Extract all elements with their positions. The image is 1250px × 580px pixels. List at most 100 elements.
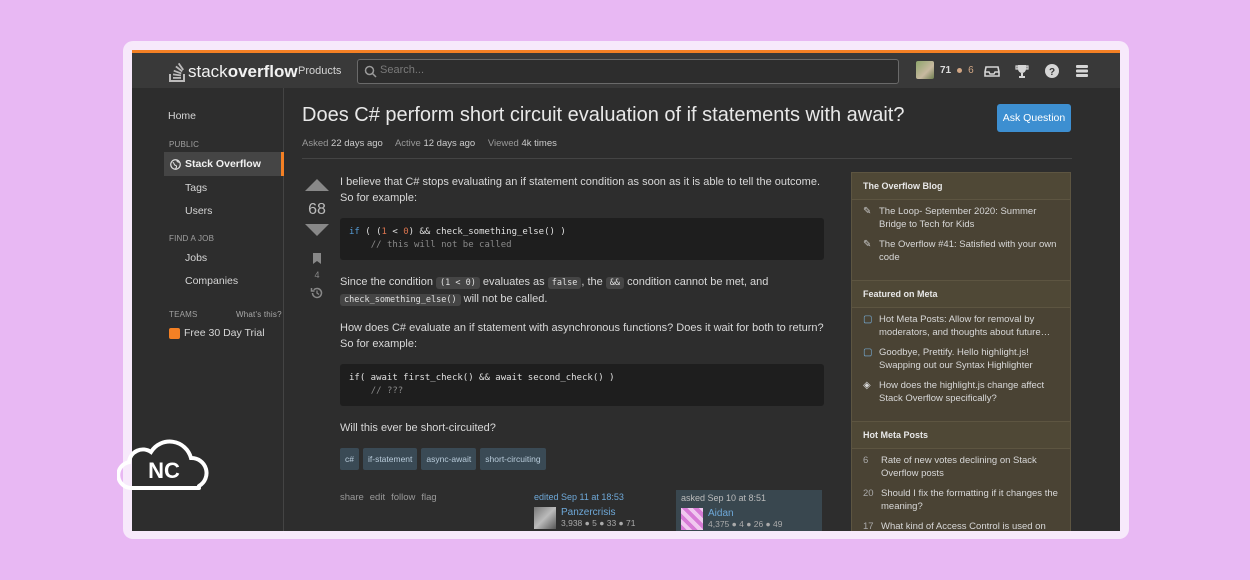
right-sidebar: The Overflow Blog ✎ The Loop- September 2… (851, 172, 1071, 531)
bronze-badge-count: 6 (968, 64, 974, 76)
tag-csharp[interactable]: c# (340, 448, 359, 470)
hot-meta-text: Should I fix the formatting if it change… (881, 488, 1058, 512)
edited-timestamp[interactable]: edited Sep 11 at 18:53 (534, 492, 674, 502)
avatar[interactable] (916, 61, 934, 79)
tag-async-await[interactable]: async-await (421, 448, 477, 470)
nav-tags[interactable]: Tags (185, 182, 207, 194)
code-block-1: if ( (1 < 0) && check_something_else() )… (340, 218, 824, 260)
bookmark-count: 4 (314, 270, 320, 280)
inbox-icon[interactable] (984, 63, 1000, 79)
nav-stack-overflow-label: Stack Overflow (185, 158, 261, 170)
asked-label: Asked (302, 138, 329, 149)
blog-item[interactable]: ✎ The Overflow #41: Satisfied with your o… (863, 239, 1059, 264)
asked-value: 22 days ago (331, 138, 383, 149)
code-1-line-1: ) && check_something_else() ) (408, 227, 566, 237)
question-meta: Asked 22 days ago Active 12 days ago Vie… (302, 138, 567, 149)
asker-avatar[interactable] (681, 508, 703, 530)
history-icon[interactable] (310, 286, 324, 300)
search-icon (364, 65, 377, 78)
active-label: Active (394, 138, 421, 149)
para2-text-e: will not be called. (463, 293, 548, 305)
vote-cell: 68 4 (302, 178, 332, 305)
vote-count: 68 (308, 201, 326, 218)
hot-meta-item[interactable]: 17 What kind of Access Control is used on (863, 521, 1059, 531)
flag-link[interactable]: flag (421, 492, 436, 503)
logo-text-overflow: overflow (227, 62, 298, 81)
free-trial-label: Free 30 Day Trial (184, 327, 265, 339)
meta-item[interactable]: ◈ How does the highlight.js change affect… (863, 380, 1059, 405)
editor-reputation: 3,938 ● 5 ● 33 ● 71 (561, 518, 636, 528)
search-input[interactable] (380, 64, 880, 76)
post-paragraph-1: I believe that C# stops evaluating an if… (340, 176, 821, 204)
search-box[interactable] (357, 59, 899, 84)
meta-item[interactable]: ▢ Hot Meta Posts: Allow for removal by mo… (863, 314, 1059, 339)
asked-timestamp: asked Sep 10 at 8:51 (681, 493, 767, 503)
tag-short-circuiting[interactable]: short-circuiting (480, 448, 546, 470)
products-menu[interactable]: Products (298, 65, 341, 77)
pencil-icon: ✎ (863, 206, 872, 217)
tag-if-statement[interactable]: if-statement (362, 448, 418, 470)
tag-list: c# if-statement async-await short-circui… (340, 448, 824, 470)
pencil-icon: ✎ (863, 239, 872, 250)
edit-link[interactable]: edit (370, 492, 385, 503)
whats-this-link[interactable]: What's this? (236, 310, 282, 319)
editor-avatar[interactable] (534, 507, 556, 529)
ask-question-button[interactable]: Ask Question (997, 104, 1071, 132)
site-logo[interactable]: stack overflow (168, 61, 298, 83)
para2-text-d: condition cannot be met, and (627, 276, 769, 288)
chat-bubble-icon: ▢ (863, 347, 873, 358)
chat-bubble-icon: ▢ (863, 314, 873, 325)
help-icon[interactable]: ? (1044, 63, 1060, 79)
code-1-line-2: // this will not be called (370, 240, 512, 250)
post-actions: share edit follow flag (340, 492, 437, 503)
meta-item[interactable]: ▢ Goodbye, Prettify. Hello highlight.js! … (863, 347, 1059, 372)
blog-item-text: The Overflow #41: Satisfied with your ow… (879, 239, 1057, 263)
asker-card: asked Sep 10 at 8:51 Aidan 4,375 ● 4 ● 2… (676, 490, 822, 531)
site-switcher-icon[interactable] (1074, 63, 1090, 79)
question-body: I believe that C# stops evaluating an if… (340, 174, 824, 470)
follow-link[interactable]: follow (391, 492, 415, 503)
top-bar: stackoverflow Products 71 6 (132, 50, 1120, 88)
top-icon-group: ? (984, 63, 1090, 79)
hot-meta-count: 17 (863, 521, 874, 531)
asker-name[interactable]: Aidan (708, 508, 782, 519)
hot-meta-count: 6 (863, 455, 869, 466)
logo-text-stack: stack (188, 62, 228, 81)
nav-jobs[interactable]: Jobs (185, 252, 207, 264)
bookmark-icon[interactable] (312, 252, 322, 265)
code-2-line-2: // ??? (370, 386, 404, 396)
post-paragraph-2: Since the condition (1 < 0) evaluates as… (340, 274, 824, 308)
nc-logo-text: NC (148, 458, 180, 483)
svg-text:?: ? (1049, 67, 1055, 78)
editor-card: edited Sep 11 at 18:53 Panzercrisis 3,93… (534, 492, 674, 529)
viewed-label: Viewed (487, 138, 519, 149)
code-block-2: if( await first_check() && await second_… (340, 364, 824, 406)
divider (302, 158, 1072, 159)
hot-meta-item[interactable]: 20 Should I fix the formatting if it chan… (863, 488, 1059, 513)
inline-code-false: false (547, 277, 582, 289)
page-title[interactable]: Does C# perform short circuit evaluation… (302, 104, 904, 127)
downvote-arrow-icon[interactable] (304, 223, 330, 237)
nc-cloud-logo: NC (116, 430, 217, 499)
active-value[interactable]: 12 days ago (423, 138, 475, 149)
inline-code-and: && (605, 277, 625, 289)
hot-meta-item[interactable]: 6 Rate of new votes declining on Stack Ov… (863, 455, 1059, 480)
editor-name[interactable]: Panzercrisis (561, 507, 635, 518)
nav-companies[interactable]: Companies (185, 275, 238, 287)
nav-stack-overflow[interactable]: Stack Overflow (170, 158, 261, 170)
blog-list: ✎ The Loop- September 2020: Summer Bridge… (852, 200, 1070, 280)
meta-logo-icon: ◈ (863, 380, 871, 391)
nav-users[interactable]: Users (185, 205, 212, 217)
user-profile[interactable]: 71 6 (916, 61, 974, 79)
blog-item[interactable]: ✎ The Loop- September 2020: Summer Bridge… (863, 206, 1059, 231)
nav-home[interactable]: Home (168, 110, 196, 122)
para2-text-c: , the (581, 276, 603, 288)
teams-icon (169, 327, 180, 339)
trophy-icon[interactable] (1014, 63, 1030, 79)
meta-item-text: Goodbye, Prettify. Hello highlight.js! S… (879, 347, 1033, 371)
upvote-arrow-icon[interactable] (304, 178, 330, 192)
free-trial-link[interactable]: Free 30 Day Trial (169, 327, 265, 339)
share-link[interactable]: share (340, 492, 364, 503)
globe-icon (170, 158, 181, 170)
nav-heading-teams: TEAMS (169, 310, 198, 319)
